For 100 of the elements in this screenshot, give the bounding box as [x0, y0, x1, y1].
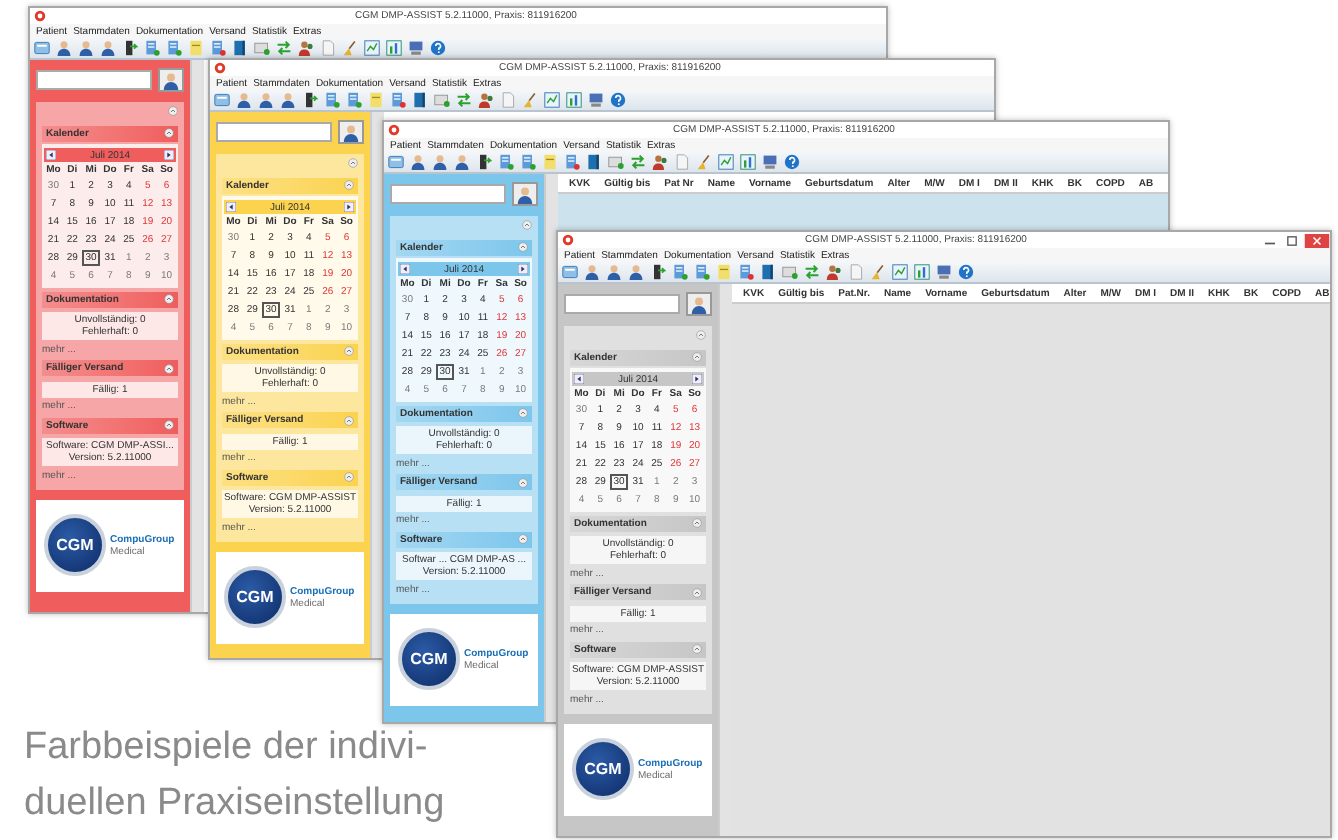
collapse-icon[interactable]	[164, 420, 174, 430]
computer-icon[interactable]	[588, 92, 604, 108]
collapse-icon[interactable]	[344, 472, 354, 482]
person-icon[interactable]	[258, 92, 274, 108]
patient-search-button[interactable]	[686, 292, 712, 316]
search-field[interactable]	[36, 70, 152, 90]
collapse-icon[interactable]	[344, 415, 354, 425]
document-icon[interactable]	[520, 154, 536, 170]
previous-month-icon[interactable]	[400, 264, 410, 274]
people-icon[interactable]	[478, 92, 494, 108]
help-icon[interactable]	[784, 154, 800, 170]
document-icon[interactable]	[738, 264, 754, 280]
document-icon[interactable]	[144, 40, 160, 56]
collapse-icon[interactable]	[344, 346, 354, 356]
help-icon[interactable]	[958, 264, 974, 280]
bar-chart-icon[interactable]	[386, 40, 402, 56]
arrows-icon[interactable]	[456, 92, 472, 108]
arrows-icon[interactable]	[630, 154, 646, 170]
broom-icon[interactable]	[522, 92, 538, 108]
collapse-icon[interactable]	[518, 477, 528, 487]
people-icon[interactable]	[298, 40, 314, 56]
document-icon[interactable]	[346, 92, 362, 108]
envelope-icon[interactable]	[434, 92, 450, 108]
patient-search-button[interactable]	[158, 68, 184, 92]
card-icon[interactable]	[562, 264, 578, 280]
document-icon[interactable]	[210, 40, 226, 56]
bar-chart-icon[interactable]	[914, 264, 930, 280]
broom-icon[interactable]	[870, 264, 886, 280]
note-icon[interactable]	[188, 40, 204, 56]
book-icon[interactable]	[412, 92, 428, 108]
card-icon[interactable]	[34, 40, 50, 56]
envelope-icon[interactable]	[254, 40, 270, 56]
person-icon[interactable]	[432, 154, 448, 170]
collapse-icon[interactable]	[348, 158, 358, 168]
envelope-icon[interactable]	[608, 154, 624, 170]
next-month-icon[interactable]	[343, 202, 354, 212]
collapse-icon[interactable]	[522, 220, 532, 230]
previous-month-icon[interactable]	[46, 150, 56, 160]
search-field[interactable]	[390, 184, 506, 204]
person-icon[interactable]	[56, 40, 72, 56]
broom-icon[interactable]	[342, 40, 358, 56]
person-icon[interactable]	[78, 40, 94, 56]
card-icon[interactable]	[388, 154, 404, 170]
computer-icon[interactable]	[936, 264, 952, 280]
card-icon[interactable]	[214, 92, 230, 108]
collapse-icon[interactable]	[692, 518, 702, 528]
document-icon[interactable]	[324, 92, 340, 108]
collapse-icon[interactable]	[164, 128, 174, 138]
broom-icon[interactable]	[696, 154, 712, 170]
door-icon[interactable]	[122, 40, 138, 56]
door-icon[interactable]	[476, 154, 492, 170]
document-icon[interactable]	[564, 154, 580, 170]
book-icon[interactable]	[586, 154, 602, 170]
previous-month-icon[interactable]	[574, 374, 584, 384]
collapse-icon[interactable]	[518, 408, 528, 418]
bar-chart-icon[interactable]	[740, 154, 756, 170]
chart-icon[interactable]	[718, 154, 734, 170]
patient-search-button[interactable]	[512, 182, 538, 206]
search-field[interactable]	[564, 294, 680, 314]
person-icon[interactable]	[280, 92, 296, 108]
collapse-icon[interactable]	[692, 587, 702, 597]
person-icon[interactable]	[100, 40, 116, 56]
help-icon[interactable]	[430, 40, 446, 56]
document-icon[interactable]	[166, 40, 182, 56]
door-icon[interactable]	[302, 92, 318, 108]
collapse-icon[interactable]	[696, 330, 706, 340]
scrollbar[interactable]	[718, 284, 732, 836]
collapse-icon[interactable]	[344, 180, 354, 190]
scrollbar[interactable]	[190, 60, 204, 612]
search-field[interactable]	[216, 122, 332, 142]
door-icon[interactable]	[650, 264, 666, 280]
document-icon[interactable]	[390, 92, 406, 108]
people-icon[interactable]	[826, 264, 842, 280]
chart-icon[interactable]	[364, 40, 380, 56]
chart-icon[interactable]	[544, 92, 560, 108]
computer-icon[interactable]	[408, 40, 424, 56]
arrows-icon[interactable]	[804, 264, 820, 280]
computer-icon[interactable]	[762, 154, 778, 170]
arrows-icon[interactable]	[276, 40, 292, 56]
book-icon[interactable]	[232, 40, 248, 56]
patient-search-button[interactable]	[338, 120, 364, 144]
person-icon[interactable]	[584, 264, 600, 280]
book-icon[interactable]	[760, 264, 776, 280]
note-icon[interactable]	[716, 264, 732, 280]
collapse-icon[interactable]	[692, 352, 702, 362]
collapse-icon[interactable]	[164, 363, 174, 373]
person-icon[interactable]	[410, 154, 426, 170]
document-icon[interactable]	[694, 264, 710, 280]
collapse-icon[interactable]	[692, 644, 702, 654]
collapse-icon[interactable]	[518, 534, 528, 544]
document-icon[interactable]	[672, 264, 688, 280]
note-icon[interactable]	[368, 92, 384, 108]
collapse-icon[interactable]	[168, 106, 178, 116]
maximize-icon[interactable]	[1282, 233, 1302, 247]
envelope-icon[interactable]	[782, 264, 798, 280]
document-icon[interactable]	[498, 154, 514, 170]
chart-icon[interactable]	[892, 264, 908, 280]
collapse-icon[interactable]	[518, 242, 528, 252]
next-month-icon[interactable]	[517, 264, 528, 274]
next-month-icon[interactable]	[691, 374, 702, 384]
